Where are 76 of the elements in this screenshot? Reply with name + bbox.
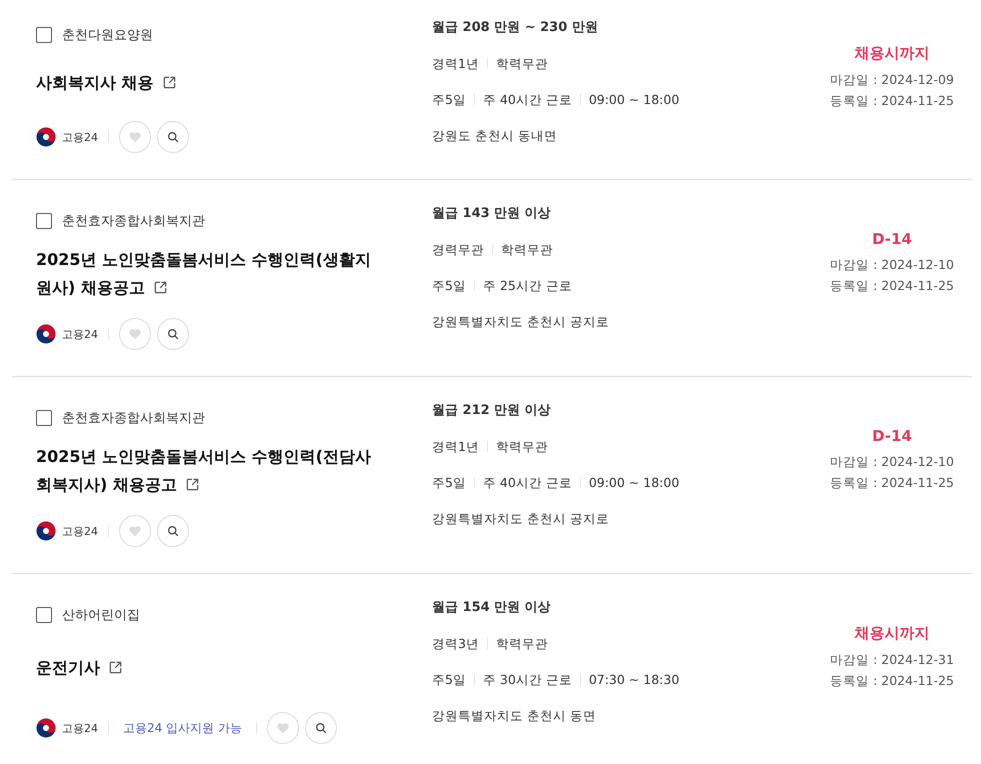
requirement-text: 학력무관 (496, 55, 548, 73)
search-button[interactable] (157, 515, 189, 547)
checkbox[interactable] (36, 410, 52, 426)
requirement-text: 경력1년 (432, 55, 479, 73)
schedule-text: 주 30시간 근로 (482, 671, 572, 689)
search-icon (167, 525, 179, 537)
salary-text: 월급 154 만원 이상 (432, 599, 552, 617)
company-name: 춘천다원요양원 (62, 27, 153, 44)
search-icon (167, 328, 179, 340)
requirement-text: 학력무관 (496, 438, 548, 456)
salary-text: 월급 143 만원 이상 (432, 205, 552, 223)
location-text: 강원특별자치도 춘천시 공지로 (432, 313, 609, 331)
checkbox[interactable] (36, 27, 52, 43)
schedule-text: 주5일 (432, 277, 466, 295)
schedule-text: 09:00 ~ 18:00 (588, 91, 680, 109)
location-text: 강원도 춘천시 동내면 (432, 127, 557, 145)
registered-date: 등록일 : 2024-11-25 (830, 672, 954, 690)
job-title-link[interactable]: 2025년 노인맞춤돌봄서비스 수행인력(생활지원사) 채용공고 (36, 246, 386, 302)
source-label: 고용24 (62, 720, 98, 736)
status-label: 채용시까지 (854, 624, 930, 643)
company-name: 산하어린이집 (62, 607, 140, 624)
schedule-text: 07:30 ~ 18:30 (588, 671, 680, 689)
source-label: 고용24 (62, 524, 98, 538)
deadline-date: 마감일 : 2024-12-10 (830, 453, 954, 471)
requirement-text: 경력무관 (432, 241, 484, 259)
search-button[interactable] (304, 712, 337, 744)
source-label: 고용24 (62, 326, 98, 342)
checkbox[interactable] (36, 213, 52, 229)
job-title-link[interactable]: 사회복지사 채용 (36, 68, 177, 96)
deadline-date: 마감일 : 2024-12-09 (830, 71, 954, 89)
schedule-text: 09:00 ~ 18:00 (588, 474, 680, 492)
status-label: D-14 (872, 230, 912, 248)
location-text: 강원특별자치도 춘천시 동면 (432, 707, 596, 725)
company-name: 춘천효자종합사회복지관 (62, 213, 205, 230)
search-button[interactable] (157, 121, 189, 153)
salary-text: 월급 208 만원 ~ 230 만원 (432, 19, 599, 37)
heart-icon (128, 524, 142, 538)
schedule-text: 주 40시간 근로 (482, 474, 572, 492)
deadline-date: 마감일 : 2024-12-31 (830, 651, 954, 669)
location-text: 강원특별자치도 춘천시 공지로 (432, 510, 609, 528)
requirement-text: 학력무관 (501, 241, 553, 259)
taegeuk-logo-icon (36, 324, 56, 344)
requirement-text: 학력무관 (496, 635, 548, 653)
job-title-link[interactable]: 운전기사 (36, 654, 123, 682)
registered-date: 등록일 : 2024-11-25 (830, 92, 954, 110)
schedule-text: 주5일 (432, 671, 466, 689)
schedule-text: 주5일 (432, 474, 466, 492)
taegeuk-logo-icon (36, 521, 56, 541)
requirement-text: 경력1년 (432, 438, 479, 456)
status-label: 채용시까지 (854, 44, 930, 63)
company-name: 춘천효자종합사회복지관 (62, 410, 205, 427)
apply-note: 고용24 입사지원 가능 (123, 720, 242, 736)
search-icon (167, 131, 179, 143)
search-icon (314, 722, 327, 734)
external-link-icon (152, 280, 168, 295)
taegeuk-logo-icon (36, 718, 56, 738)
registered-date: 등록일 : 2024-11-25 (830, 277, 954, 295)
taegeuk-logo-icon (36, 127, 56, 147)
schedule-text: 주 25시간 근로 (482, 277, 572, 295)
heart-icon (128, 327, 142, 341)
requirement-text: 경력3년 (432, 635, 479, 653)
search-button[interactable] (157, 318, 189, 350)
external-link-icon (184, 477, 200, 492)
schedule-text: 주 40시간 근로 (482, 91, 572, 109)
job-title-link[interactable]: 2025년 노인맞춤돌봄서비스 수행인력(전담사회복지사) 채용공고 (36, 443, 386, 499)
external-link-icon (108, 660, 123, 675)
schedule-text: 주5일 (432, 91, 466, 109)
status-label: D-14 (872, 427, 912, 445)
checkbox[interactable] (36, 607, 52, 623)
heart-icon (276, 721, 290, 735)
source-label: 고용24 (62, 130, 98, 144)
salary-text: 월급 212 만원 이상 (432, 402, 552, 420)
deadline-date: 마감일 : 2024-12-10 (830, 256, 954, 274)
heart-icon (128, 130, 142, 144)
registered-date: 등록일 : 2024-11-25 (830, 474, 954, 492)
external-link-icon (162, 74, 177, 90)
